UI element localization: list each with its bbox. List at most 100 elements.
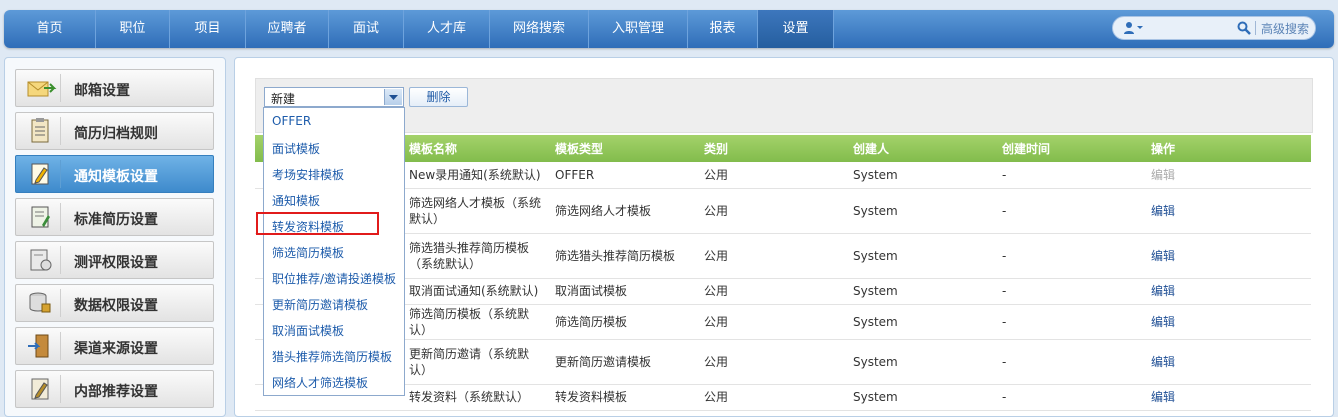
sidebar-item-channel-source[interactable]: 渠道来源设置 — [15, 327, 214, 365]
chevron-down-icon[interactable] — [384, 89, 402, 105]
header-creator: 创建人 — [853, 142, 890, 156]
dropdown-option-exam-arrangement[interactable]: 考场安排模板 — [272, 166, 344, 183]
cell-type: 筛选猎头推荐简历模板 — [547, 233, 696, 279]
nav-settings[interactable]: 设置 — [758, 10, 834, 48]
cell-creator: System — [845, 233, 994, 279]
user-icon[interactable] — [1123, 21, 1149, 35]
sidebar-item-label: 标准简历设置 — [74, 212, 158, 228]
dropdown-option-cancel-interview[interactable]: 取消面试模板 — [272, 322, 344, 339]
dropdown-option-update-resume[interactable]: 更新简历邀请模板 — [272, 296, 368, 313]
table-row: 筛选网络人才模板（系统默认） 筛选网络人才模板 公用 System - 编辑 — [255, 188, 1311, 234]
search-icon[interactable] — [1237, 21, 1251, 35]
edit-link[interactable]: 编辑 — [1143, 188, 1311, 234]
table-header-row: 模板名称 模板类型 类别 创建人 创建时间 操作 — [255, 135, 1311, 162]
dropdown-option-interview[interactable]: 面试模板 — [272, 140, 320, 157]
cell-name: 筛选简历模板（系统默认） — [401, 304, 547, 340]
header-action: 操作 — [1151, 142, 1176, 156]
nav-talent-pool[interactable]: 人才库 — [404, 10, 490, 48]
sidebar-item-resume-archive[interactable]: 简历归档规则 — [15, 112, 214, 150]
cell-name: 筛选网络人才模板（系统默认） — [401, 188, 547, 234]
edit-link[interactable]: 编辑 — [1143, 304, 1311, 340]
table-row: New录用通知(系统默认) OFFER 公用 System - 编辑 — [255, 162, 1311, 189]
sidebar-item-internal-recommend[interactable]: 内部推荐设置 — [15, 370, 214, 408]
template-table: 模板名称 模板类型 类别 创建人 创建时间 操作 New录用通知(系统默认) O… — [255, 135, 1311, 411]
cell-creator: System — [845, 188, 994, 234]
cell-type: 取消面试模板 — [547, 278, 696, 305]
header-name: 模板名称 — [409, 142, 458, 156]
nav-interview[interactable]: 面试 — [329, 10, 404, 48]
delete-button[interactable]: 删除 — [409, 87, 468, 107]
sidebar-item-label: 通知模板设置 — [74, 169, 158, 185]
sidebar-item-label: 测评权限设置 — [74, 255, 158, 271]
template-type-select[interactable]: 新建 — [264, 87, 404, 107]
nav-web-search[interactable]: 网络搜索 — [490, 10, 589, 48]
table-row: 筛选简历模板（系统默认） 筛选简历模板 公用 System - 编辑 — [255, 304, 1311, 340]
dropdown-option-position-recommend[interactable]: 职位推荐/邀请投递模板 — [272, 270, 396, 287]
sidebar-item-assessment-permission[interactable]: 测评权限设置 — [15, 241, 214, 279]
advanced-search-link[interactable]: 高级搜索 — [1261, 20, 1309, 37]
sidebar-item-notice-template[interactable]: 通知模板设置 — [15, 155, 214, 193]
cell-type: OFFER — [547, 162, 696, 189]
sidebar-item-label: 邮箱设置 — [74, 83, 130, 99]
header-type: 模板类型 — [555, 142, 604, 156]
cell-category: 公用 — [696, 188, 845, 234]
nav-applicants[interactable]: 应聘者 — [246, 10, 329, 48]
cell-name: New录用通知(系统默认) — [401, 162, 547, 189]
sidebar-item-label: 渠道来源设置 — [74, 341, 158, 357]
search-input[interactable] — [1153, 19, 1237, 39]
header-created-time: 创建时间 — [1002, 142, 1051, 156]
select-value: 新建 — [271, 92, 296, 106]
cell-category: 公用 — [696, 233, 845, 279]
highlight-marker — [256, 212, 379, 235]
clipboard-icon — [31, 117, 61, 145]
header-category: 类别 — [704, 142, 729, 156]
cell-creator: System — [845, 162, 994, 189]
database-icon — [29, 289, 61, 317]
cell-name: 更新简历邀请（系统默认） — [401, 339, 547, 385]
top-nav: 首页 职位 项目 应聘者 面试 人才库 网络搜索 入职管理 报表 设置 高级搜索 — [4, 10, 1334, 48]
cell-category: 公用 — [696, 162, 845, 189]
nav-projects[interactable]: 项目 — [170, 10, 246, 48]
cell-name: 取消面试通知(系统默认) — [401, 278, 547, 305]
edit-link[interactable]: 编辑 — [1143, 384, 1311, 411]
cell-created: - — [994, 304, 1143, 340]
cell-category: 公用 — [696, 304, 845, 340]
door-icon — [28, 332, 61, 360]
nav-reports[interactable]: 报表 — [688, 10, 758, 48]
table-row: 筛选猎头推荐简历模板（系统默认） 筛选猎头推荐简历模板 公用 System - … — [255, 233, 1311, 279]
sidebar-item-label: 简历归档规则 — [74, 126, 158, 142]
table-row: 转发资料（系统默认） 转发资料模板 公用 System - 编辑 — [255, 384, 1311, 411]
nav-items: 首页 职位 项目 应聘者 面试 人才库 网络搜索 入职管理 报表 设置 — [4, 10, 834, 48]
cell-type: 筛选网络人才模板 — [547, 188, 696, 234]
sidebar-item-standard-resume[interactable]: 标准简历设置 — [15, 198, 214, 236]
nav-home[interactable]: 首页 — [4, 10, 96, 48]
edit-link[interactable]: 编辑 — [1143, 339, 1311, 385]
cell-category: 公用 — [696, 339, 845, 385]
dropdown-option-notice[interactable]: 通知模板 — [272, 192, 320, 209]
toolbar: 新建 删除 — [255, 78, 1313, 133]
edit-link[interactable]: 编辑 — [1143, 233, 1311, 279]
cell-created: - — [994, 233, 1143, 279]
sidebar-item-mailbox[interactable]: 邮箱设置 — [15, 69, 214, 107]
table-row: 取消面试通知(系统默认) 取消面试模板 公用 System - 编辑 — [255, 278, 1311, 305]
search-box: 高级搜索 — [1112, 16, 1316, 40]
dropdown-option-offer[interactable]: OFFER — [272, 114, 311, 128]
settings-sidebar: 邮箱设置 简历归档规则 通知模板设置 标准简历设置 测评权限设置 数据权限设置 — [4, 57, 226, 417]
assessment-icon — [30, 246, 61, 274]
dropdown-option-web-talent-screen[interactable]: 网络人才筛选模板 — [272, 374, 368, 391]
sidebar-item-data-permission[interactable]: 数据权限设置 — [15, 284, 214, 322]
cell-creator: System — [845, 278, 994, 305]
edit-link[interactable]: 编辑 — [1143, 278, 1311, 305]
dropdown-option-headhunter-screen[interactable]: 猎头推荐筛选简历模板 — [272, 348, 392, 365]
mail-settings-icon — [27, 74, 61, 102]
cell-name: 转发资料（系统默认） — [401, 384, 547, 411]
cell-creator: System — [845, 384, 994, 411]
nav-positions[interactable]: 职位 — [96, 10, 170, 48]
cell-category: 公用 — [696, 384, 845, 411]
nav-onboarding[interactable]: 入职管理 — [589, 10, 688, 48]
cell-creator: System — [845, 339, 994, 385]
cell-created: - — [994, 162, 1143, 189]
dropdown-option-screen-resume[interactable]: 筛选简历模板 — [272, 244, 344, 261]
table-row: 更新简历邀请（系统默认） 更新简历邀请模板 公用 System - 编辑 — [255, 339, 1311, 385]
template-type-dropdown: OFFER 面试模板 考场安排模板 通知模板 转发资料模板 筛选简历模板 职位推… — [263, 107, 405, 396]
